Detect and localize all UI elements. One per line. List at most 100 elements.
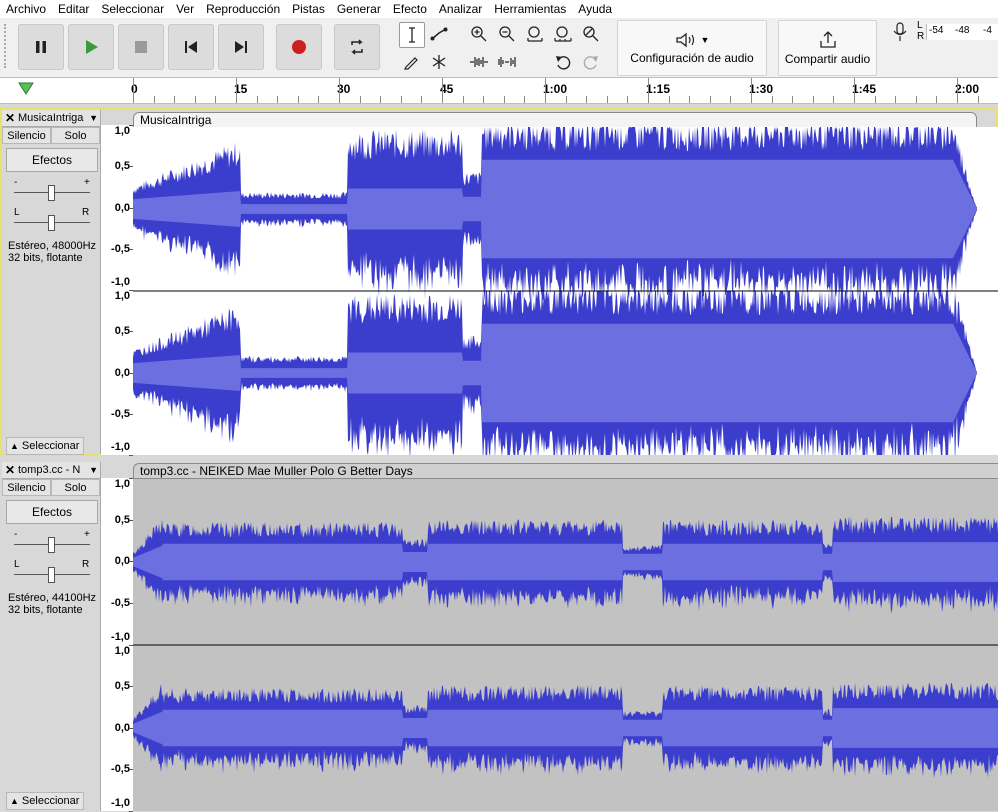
menu-herramientas[interactable]: Herramientas [488, 0, 572, 18]
scale-label: -1,0 [111, 630, 130, 643]
gain-slider-thumb[interactable] [48, 185, 55, 201]
silence-audio-button[interactable] [495, 50, 519, 74]
chevron-down-icon[interactable]: ▼ [89, 113, 100, 123]
ruler-tick [297, 96, 299, 103]
clip-title-bar[interactable]: MusicaIntriga [133, 112, 977, 128]
vertical-scale[interactable]: 1,0 0,5 0,0 -0,5 -1,0 1,0 0,5 0,0 -0,5 -1,0 [101, 125, 133, 456]
audio-setup-button[interactable]: ▼ Configuración de audio [617, 20, 767, 76]
gain-slider[interactable] [14, 537, 90, 553]
menu-ayuda[interactable]: Ayuda [572, 0, 618, 18]
menu-generar[interactable]: Generar [331, 0, 387, 18]
ruler-tick [194, 96, 196, 103]
gain-slider[interactable] [14, 185, 90, 201]
ruler-tick-label: 2:00 [955, 82, 980, 96]
waveform-tomp3[interactable] [133, 479, 998, 811]
solo-button[interactable]: Solo [51, 479, 100, 496]
envelope-tool[interactable] [427, 22, 451, 46]
play-button[interactable] [68, 24, 114, 70]
menu-archivo[interactable]: Archivo [0, 0, 52, 18]
scale-label: 0,5 [114, 513, 130, 526]
menu-editar[interactable]: Editar [52, 0, 95, 18]
effects-button[interactable]: Efectos [6, 500, 98, 524]
zoom-out-button[interactable] [495, 22, 519, 46]
track-name[interactable]: tomp3.cc - N [18, 464, 89, 476]
menu-pistas[interactable]: Pistas [286, 0, 331, 18]
fit-project-button[interactable] [551, 22, 575, 46]
zoom-toggle-button[interactable] [579, 22, 603, 46]
waveform-musicaintriga[interactable] [133, 127, 998, 455]
multi-tool[interactable] [427, 50, 451, 74]
ruler-tick [236, 78, 237, 103]
ruler-tick [462, 96, 464, 103]
select-label: Seleccionar [21, 440, 80, 452]
record-button[interactable] [276, 24, 322, 70]
stop-icon [135, 41, 147, 53]
ruler-tick [277, 96, 279, 103]
track-name[interactable]: MusicaIntriga [18, 112, 89, 124]
ruler-tick [133, 78, 134, 103]
close-icon[interactable]: ✕ [2, 463, 18, 477]
select-track-button[interactable]: ▲ Seleccionar [6, 792, 84, 810]
clip-title: MusicaIntriga [140, 113, 212, 127]
effects-button[interactable]: Efectos [6, 148, 98, 172]
select-track-button[interactable]: ▲ Seleccionar [6, 437, 84, 455]
ruler-tick [565, 96, 567, 103]
clip-title-bar[interactable]: tomp3.cc - NEIKED Mae Muller Polo G Bett… [133, 463, 998, 479]
track-format-bits: 32 bits, flotante [8, 252, 83, 264]
ruler-tick [915, 96, 917, 103]
trim-outside-icon [470, 57, 488, 67]
pause-button[interactable] [18, 24, 64, 70]
scale-label: 0,0 [114, 366, 130, 379]
trim-audio-button[interactable] [467, 50, 491, 74]
collapse-arrow-icon[interactable]: ▲ [7, 796, 22, 806]
skip-end-button[interactable] [218, 24, 264, 70]
ruler-tick-label: 1:00 [543, 82, 568, 96]
ruler-tick [359, 96, 361, 103]
timeline-ruler[interactable]: 0 15 30 45 1:00 1:15 1:30 1:45 2:00 [0, 78, 998, 104]
ruler-tick [874, 96, 876, 103]
vertical-scale[interactable]: 1,0 0,5 0,0 -0,5 -1,0 1,0 0,5 0,0 -0,5 -1,0 [101, 478, 133, 812]
close-icon[interactable]: ✕ [2, 111, 18, 125]
menu-ver[interactable]: Ver [170, 0, 200, 18]
track-musicaintriga: ✕ MusicaIntriga ▼ Silencio Solo Efectos … [0, 107, 998, 456]
pan-slider[interactable] [14, 567, 90, 583]
redo-icon [583, 56, 598, 70]
gain-slider-thumb[interactable] [48, 537, 55, 553]
speaker-icon [675, 32, 694, 48]
menu-seleccionar[interactable]: Seleccionar [95, 0, 170, 18]
menu-reproduccion[interactable]: Reproducción [200, 0, 286, 18]
solo-button[interactable]: Solo [51, 127, 100, 144]
scale-label: 0,0 [114, 555, 130, 568]
draw-tool[interactable] [399, 50, 423, 74]
fit-selection-button[interactable] [523, 22, 547, 46]
loop-button[interactable] [334, 24, 380, 70]
selection-tool[interactable] [399, 22, 425, 48]
mute-button[interactable]: Silencio [2, 127, 51, 144]
meter-tick: -4 [983, 25, 992, 36]
meter-tick: -54 [929, 25, 944, 36]
skip-start-button[interactable] [168, 24, 214, 70]
share-audio-button[interactable]: Compartir audio [778, 20, 877, 76]
mute-button[interactable]: Silencio [2, 479, 51, 496]
undo-button[interactable] [551, 50, 575, 74]
track-name-bar[interactable]: ✕ tomp3.cc - N ▼ [2, 462, 100, 479]
pan-slider[interactable] [14, 215, 90, 231]
recording-meter[interactable]: L R -54 -48 -4 [886, 20, 998, 44]
loop-icon [351, 39, 363, 55]
stop-button[interactable] [118, 24, 164, 70]
track-name-bar[interactable]: ✕ MusicaIntriga ▼ [2, 110, 100, 127]
toolbar-grip[interactable] [4, 24, 12, 68]
pan-slider-thumb[interactable] [48, 215, 55, 231]
scale-label: -0,5 [111, 596, 130, 609]
ruler-tick [709, 96, 711, 103]
chevron-down-icon[interactable]: ▼ [89, 465, 100, 475]
scale-label: 1,0 [114, 290, 130, 302]
redo-button[interactable] [579, 50, 603, 74]
menu-analizar[interactable]: Analizar [433, 0, 488, 18]
ruler-tick [606, 96, 608, 103]
menu-efecto[interactable]: Efecto [387, 0, 433, 18]
scale-tick [129, 455, 133, 456]
zoom-in-button[interactable] [467, 22, 491, 46]
pan-slider-thumb[interactable] [48, 567, 55, 583]
collapse-arrow-icon[interactable]: ▲ [7, 441, 22, 451]
